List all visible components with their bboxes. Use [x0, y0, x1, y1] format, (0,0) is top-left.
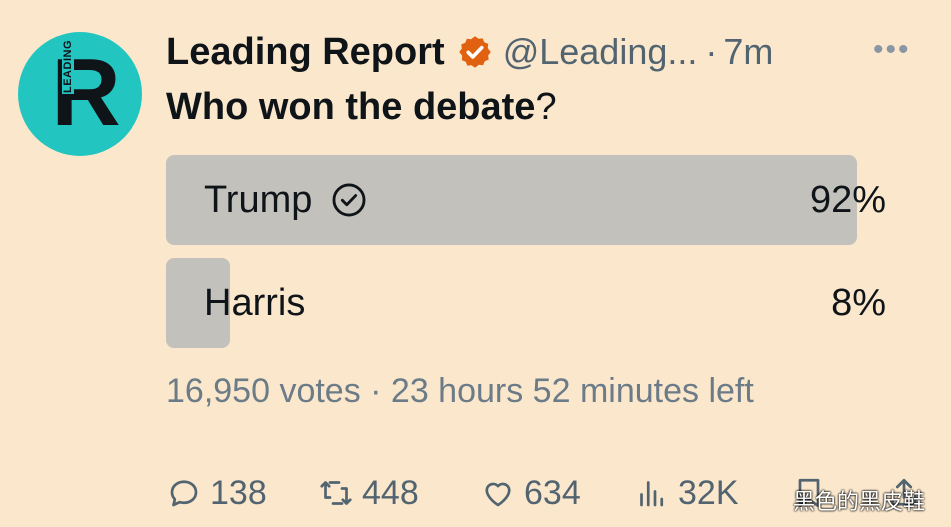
post-time[interactable]: 7m — [723, 31, 773, 73]
watermark: 黑色的黑皮鞋 — [793, 490, 926, 515]
poll-question-text: Who won the debate — [166, 86, 536, 128]
like-button[interactable]: 634 — [480, 470, 581, 516]
poll-option-label: Trump — [204, 178, 313, 221]
poll-option-harris: Harris 8% — [166, 258, 888, 348]
views-button[interactable]: 32K — [634, 470, 739, 516]
poll-question-mark: ? — [535, 86, 557, 128]
repost-icon — [320, 481, 352, 505]
account-handle[interactable]: @Leading... — [503, 31, 698, 73]
poll-question: Who won the debate? — [166, 86, 557, 129]
reply-count: 138 — [210, 473, 267, 512]
poll-option-label-wrap: Trump — [204, 155, 368, 245]
account-name[interactable]: Leading Report — [166, 31, 445, 74]
tweet-header: Leading Report @Leading... · 7m — [166, 28, 773, 76]
verified-badge-icon — [458, 36, 491, 68]
poll-summary: 16,950 votes · 23 hours 52 minutes left — [166, 372, 754, 410]
more-options-icon[interactable]: ••• — [873, 35, 911, 65]
avatar-logo-word: LEADING — [62, 39, 74, 94]
avatar[interactable]: R LEADING — [18, 32, 142, 156]
repost-count: 448 — [362, 473, 419, 512]
poll-option-percent: 92% — [809, 178, 886, 221]
reply-button[interactable]: 138 — [166, 470, 267, 516]
like-icon — [485, 482, 511, 507]
views-count: 32K — [678, 473, 739, 512]
repost-button[interactable]: 448 — [318, 470, 419, 516]
like-count: 634 — [524, 473, 581, 512]
reply-icon — [170, 480, 198, 507]
poll-option-percent: 8% — [831, 281, 886, 324]
views-icon — [640, 481, 664, 507]
poll-option-label: Harris — [204, 281, 306, 324]
poll-option-trump: Trump 92% — [166, 155, 888, 245]
poll-option-label-wrap: Harris — [204, 258, 305, 348]
header-separator: · — [705, 31, 718, 72]
check-circle-icon — [332, 183, 366, 217]
